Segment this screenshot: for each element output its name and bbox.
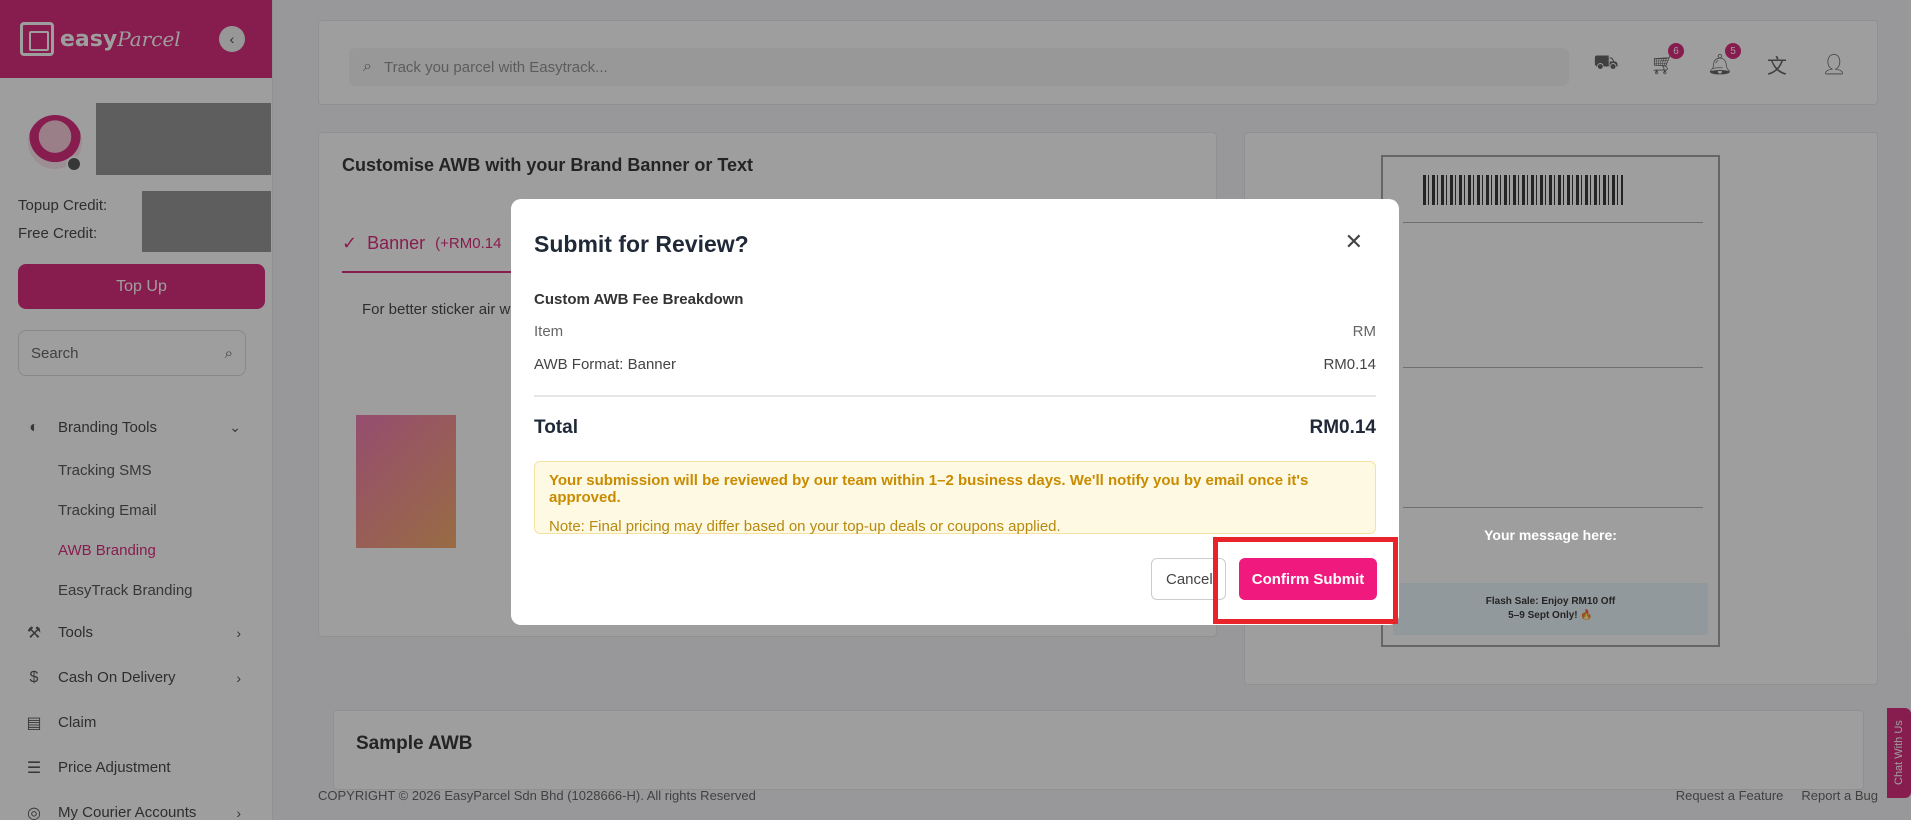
- awb-message: Your message here:: [1484, 527, 1617, 543]
- fee-item: AWB Format: Banner: [534, 356, 676, 373]
- fee-table-header: Item RM: [534, 323, 1376, 340]
- column-rm: RM: [1352, 323, 1376, 340]
- review-notice: Your submission will be reviewed by our …: [534, 461, 1376, 535]
- fee-breakdown-title: Custom AWB Fee Breakdown: [534, 291, 744, 308]
- column-item: Item: [534, 323, 564, 340]
- total-row: Total RM0.14: [534, 417, 1376, 439]
- divider: [534, 395, 1376, 397]
- fee-price: RM0.14: [1323, 356, 1376, 373]
- modal-title: Submit for Review?: [534, 231, 749, 257]
- highlight-box: [1213, 537, 1398, 624]
- close-icon[interactable]: ✕: [1345, 229, 1363, 255]
- notice-text: Your submission will be reviewed by our …: [549, 472, 1309, 506]
- total-label: Total: [534, 417, 578, 438]
- total-value: RM0.14: [1309, 417, 1376, 438]
- fee-row: AWB Format: Banner RM0.14: [534, 356, 1376, 373]
- notice-note: Note: Final pricing may differ based on …: [549, 518, 1061, 535]
